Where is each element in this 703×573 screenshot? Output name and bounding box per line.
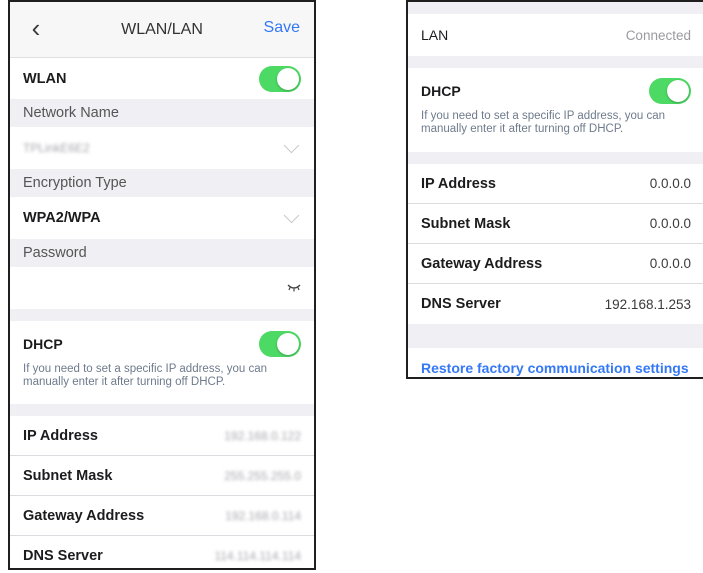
wlan-row: WLAN	[10, 58, 314, 99]
dhcp-label: DHCP	[421, 83, 461, 99]
toggle-knob	[277, 333, 299, 355]
ip-address-label: IP Address	[23, 427, 98, 444]
back-chevron-icon[interactable]: ‹	[24, 13, 48, 43]
gateway-address-label: Gateway Address	[23, 507, 145, 524]
network-name-value: TPLinkE6E2	[23, 141, 90, 155]
subnet-mask-row: Subnet Mask 255.255.255.0	[10, 456, 314, 496]
password-label: Password	[10, 239, 314, 267]
toggle-knob	[277, 67, 299, 90]
gateway-address-row: Gateway Address 192.168.0.114	[10, 496, 314, 536]
dhcp-hint: If you need to set a specific IP address…	[23, 363, 267, 388]
subnet-mask-label: Subnet Mask	[23, 467, 113, 484]
gateway-address-value: 0.0.0.0	[649, 256, 691, 271]
subnet-mask-label: Subnet Mask	[421, 215, 511, 232]
dhcp-hint: If you need to set a specific IP address…	[421, 110, 665, 135]
dhcp-section: DHCP If you need to set a specific IP ad…	[10, 321, 314, 404]
ip-address-value: 0.0.0.0	[649, 176, 691, 191]
nav-bar: ‹ WLAN/LAN Save	[10, 2, 314, 58]
network-name-label: Network Name	[10, 99, 314, 127]
toggle-knob	[667, 80, 689, 102]
dns-server-row: DNS Server 192.168.1.253	[408, 284, 703, 324]
lan-label: LAN	[421, 27, 449, 43]
gateway-address-row: Gateway Address 0.0.0.0	[408, 244, 703, 284]
eye-closed-icon[interactable]	[287, 284, 301, 292]
ip-address-row: IP Address 192.168.0.122	[10, 416, 314, 456]
encryption-type-select[interactable]: WPA2/WPA	[10, 197, 314, 239]
dhcp-toggle[interactable]	[649, 78, 691, 104]
dns-server-label: DNS Server	[23, 548, 103, 564]
subnet-mask-value: 255.255.255.0	[224, 468, 301, 483]
subnet-mask-row: Subnet Mask 0.0.0.0	[408, 204, 703, 244]
chevron-down-icon[interactable]	[283, 207, 300, 223]
dhcp-section: DHCP If you need to set a specific IP ad…	[408, 68, 703, 152]
dns-server-value: 114.114.114.114	[214, 549, 301, 563]
lan-row: LAN Connected	[408, 14, 703, 56]
wlan-lan-settings-screen: ‹ WLAN/LAN Save WLAN Network Name TPLink…	[8, 0, 316, 570]
dns-server-value: 192.168.1.253	[604, 296, 691, 312]
gateway-address-value: 192.168.0.114	[225, 508, 301, 523]
dns-server-row: DNS Server 114.114.114.114	[10, 536, 314, 568]
dhcp-toggle[interactable]	[259, 331, 301, 357]
encryption-type-value: WPA2/WPA	[23, 210, 101, 226]
wlan-label: WLAN	[23, 70, 67, 87]
network-name-field[interactable]: TPLinkE6E2	[10, 127, 314, 169]
chevron-down-icon[interactable]	[283, 137, 300, 153]
restore-factory-settings-link[interactable]: Restore factory communication settings	[421, 360, 689, 376]
restore-row[interactable]: Restore factory communication settings	[408, 348, 703, 377]
ip-address-value: 192.168.0.122	[224, 428, 301, 443]
save-button[interactable]: Save	[264, 19, 300, 37]
ip-address-label: IP Address	[421, 175, 496, 192]
gateway-address-label: Gateway Address	[421, 255, 543, 272]
lan-status: Connected	[625, 27, 691, 43]
dns-server-label: DNS Server	[421, 296, 501, 312]
password-field[interactable]	[10, 267, 314, 309]
wlan-toggle[interactable]	[259, 65, 301, 92]
lan-settings-screen: LAN Connected DHCP If you need to set a …	[406, 0, 703, 379]
ip-address-row: IP Address 0.0.0.0	[408, 164, 703, 204]
subnet-mask-value: 0.0.0.0	[649, 216, 691, 231]
dhcp-label: DHCP	[23, 336, 63, 352]
encryption-type-label: Encryption Type	[10, 169, 314, 197]
